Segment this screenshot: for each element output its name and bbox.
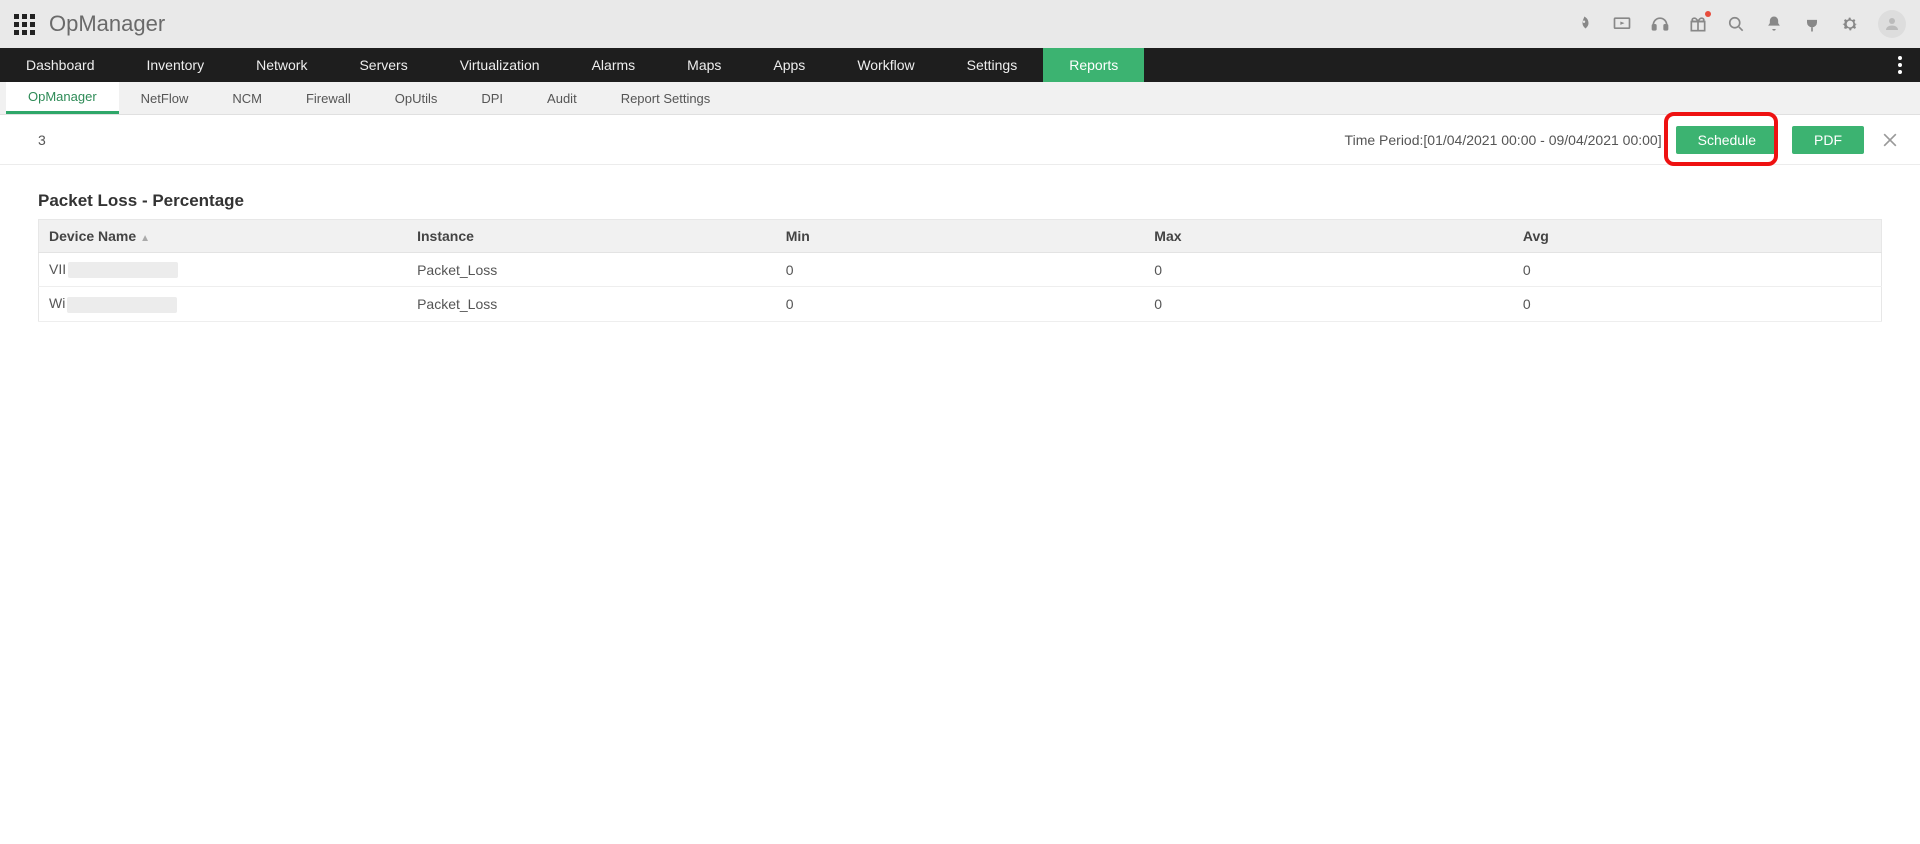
top-bar-left: OpManager — [14, 11, 165, 37]
gear-icon[interactable] — [1840, 14, 1860, 34]
close-icon[interactable] — [1878, 128, 1902, 152]
headset-icon[interactable] — [1650, 14, 1670, 34]
user-avatar[interactable] — [1878, 10, 1906, 38]
nav-item-dashboard[interactable]: Dashboard — [0, 48, 121, 82]
subnav-item-oputils[interactable]: OpUtils — [373, 82, 460, 114]
nav-item-settings[interactable]: Settings — [941, 48, 1044, 82]
nav-item-alarms[interactable]: Alarms — [566, 48, 662, 82]
nav-item-network[interactable]: Network — [230, 48, 333, 82]
cell-min: 0 — [776, 253, 1145, 287]
rocket-icon[interactable] — [1574, 14, 1594, 34]
bell-icon[interactable] — [1764, 14, 1784, 34]
cell-avg: 0 — [1513, 287, 1882, 321]
time-period-value: [01/04/2021 00:00 - 09/04/2021 00:00] — [1423, 132, 1661, 148]
apps-grid-icon[interactable] — [14, 14, 35, 35]
cell-device-name: VII — [39, 253, 408, 287]
report-table: Device Name▲InstanceMinMaxAvg VIIPacket_… — [38, 219, 1882, 322]
top-bar-right — [1574, 10, 1906, 38]
time-period: Time Period:[01/04/2021 00:00 - 09/04/20… — [1345, 132, 1662, 148]
primary-nav: DashboardInventoryNetworkServersVirtuali… — [0, 48, 1920, 82]
cell-instance: Packet_Loss — [407, 253, 776, 287]
nav-item-workflow[interactable]: Workflow — [831, 48, 940, 82]
subnav-item-netflow[interactable]: NetFlow — [119, 82, 211, 114]
table-body: VIIPacket_Loss000WiPacket_Loss000 — [39, 253, 1882, 322]
nav-item-maps[interactable]: Maps — [661, 48, 747, 82]
brand-title: OpManager — [49, 11, 165, 37]
nav-item-reports[interactable]: Reports — [1043, 48, 1144, 82]
control-bar: 3 Time Period:[01/04/2021 00:00 - 09/04/… — [0, 115, 1920, 165]
col-device-name[interactable]: Device Name▲ — [39, 220, 408, 253]
cell-avg: 0 — [1513, 253, 1882, 287]
cell-min: 0 — [776, 287, 1145, 321]
gift-icon[interactable] — [1688, 14, 1708, 34]
top-bar: OpManager — [0, 0, 1920, 48]
redacted-text — [67, 297, 177, 313]
time-period-label: Time Period: — [1345, 132, 1424, 148]
subnav-item-firewall[interactable]: Firewall — [284, 82, 373, 114]
kebab-icon — [1898, 56, 1902, 74]
plug-icon[interactable] — [1802, 14, 1822, 34]
table-row[interactable]: WiPacket_Loss000 — [39, 287, 1882, 321]
nav-item-servers[interactable]: Servers — [333, 48, 433, 82]
subnav-item-report-settings[interactable]: Report Settings — [599, 82, 733, 114]
col-min[interactable]: Min — [776, 220, 1145, 253]
report-title: Packet Loss - Percentage — [38, 191, 1882, 211]
search-icon[interactable] — [1726, 14, 1746, 34]
report-content: Packet Loss - Percentage Device Name▲Ins… — [0, 165, 1920, 348]
subnav-item-opmanager[interactable]: OpManager — [6, 82, 119, 114]
sub-nav: OpManagerNetFlowNCMFirewallOpUtilsDPIAud… — [0, 82, 1920, 115]
cell-device-name: Wi — [39, 287, 408, 321]
pdf-button[interactable]: PDF — [1792, 126, 1864, 154]
notification-dot — [1705, 11, 1711, 17]
nav-item-virtualization[interactable]: Virtualization — [434, 48, 566, 82]
subnav-item-audit[interactable]: Audit — [525, 82, 599, 114]
redacted-text — [68, 262, 178, 278]
nav-more-menu[interactable] — [1880, 48, 1920, 82]
cell-max: 0 — [1144, 287, 1513, 321]
table-header-row: Device Name▲InstanceMinMaxAvg — [39, 220, 1882, 253]
result-count: 3 — [38, 132, 46, 148]
col-instance[interactable]: Instance — [407, 220, 776, 253]
sort-caret-icon: ▲ — [140, 233, 150, 244]
nav-item-inventory[interactable]: Inventory — [121, 48, 231, 82]
nav-items: DashboardInventoryNetworkServersVirtuali… — [0, 48, 1144, 82]
col-avg[interactable]: Avg — [1513, 220, 1882, 253]
cell-max: 0 — [1144, 253, 1513, 287]
cell-instance: Packet_Loss — [407, 287, 776, 321]
table-row[interactable]: VIIPacket_Loss000 — [39, 253, 1882, 287]
nav-item-apps[interactable]: Apps — [747, 48, 831, 82]
subnav-item-dpi[interactable]: DPI — [459, 82, 525, 114]
subnav-item-ncm[interactable]: NCM — [210, 82, 284, 114]
col-max[interactable]: Max — [1144, 220, 1513, 253]
presentation-icon[interactable] — [1612, 14, 1632, 34]
schedule-button[interactable]: Schedule — [1676, 126, 1778, 154]
schedule-wrap: Schedule — [1676, 126, 1778, 154]
